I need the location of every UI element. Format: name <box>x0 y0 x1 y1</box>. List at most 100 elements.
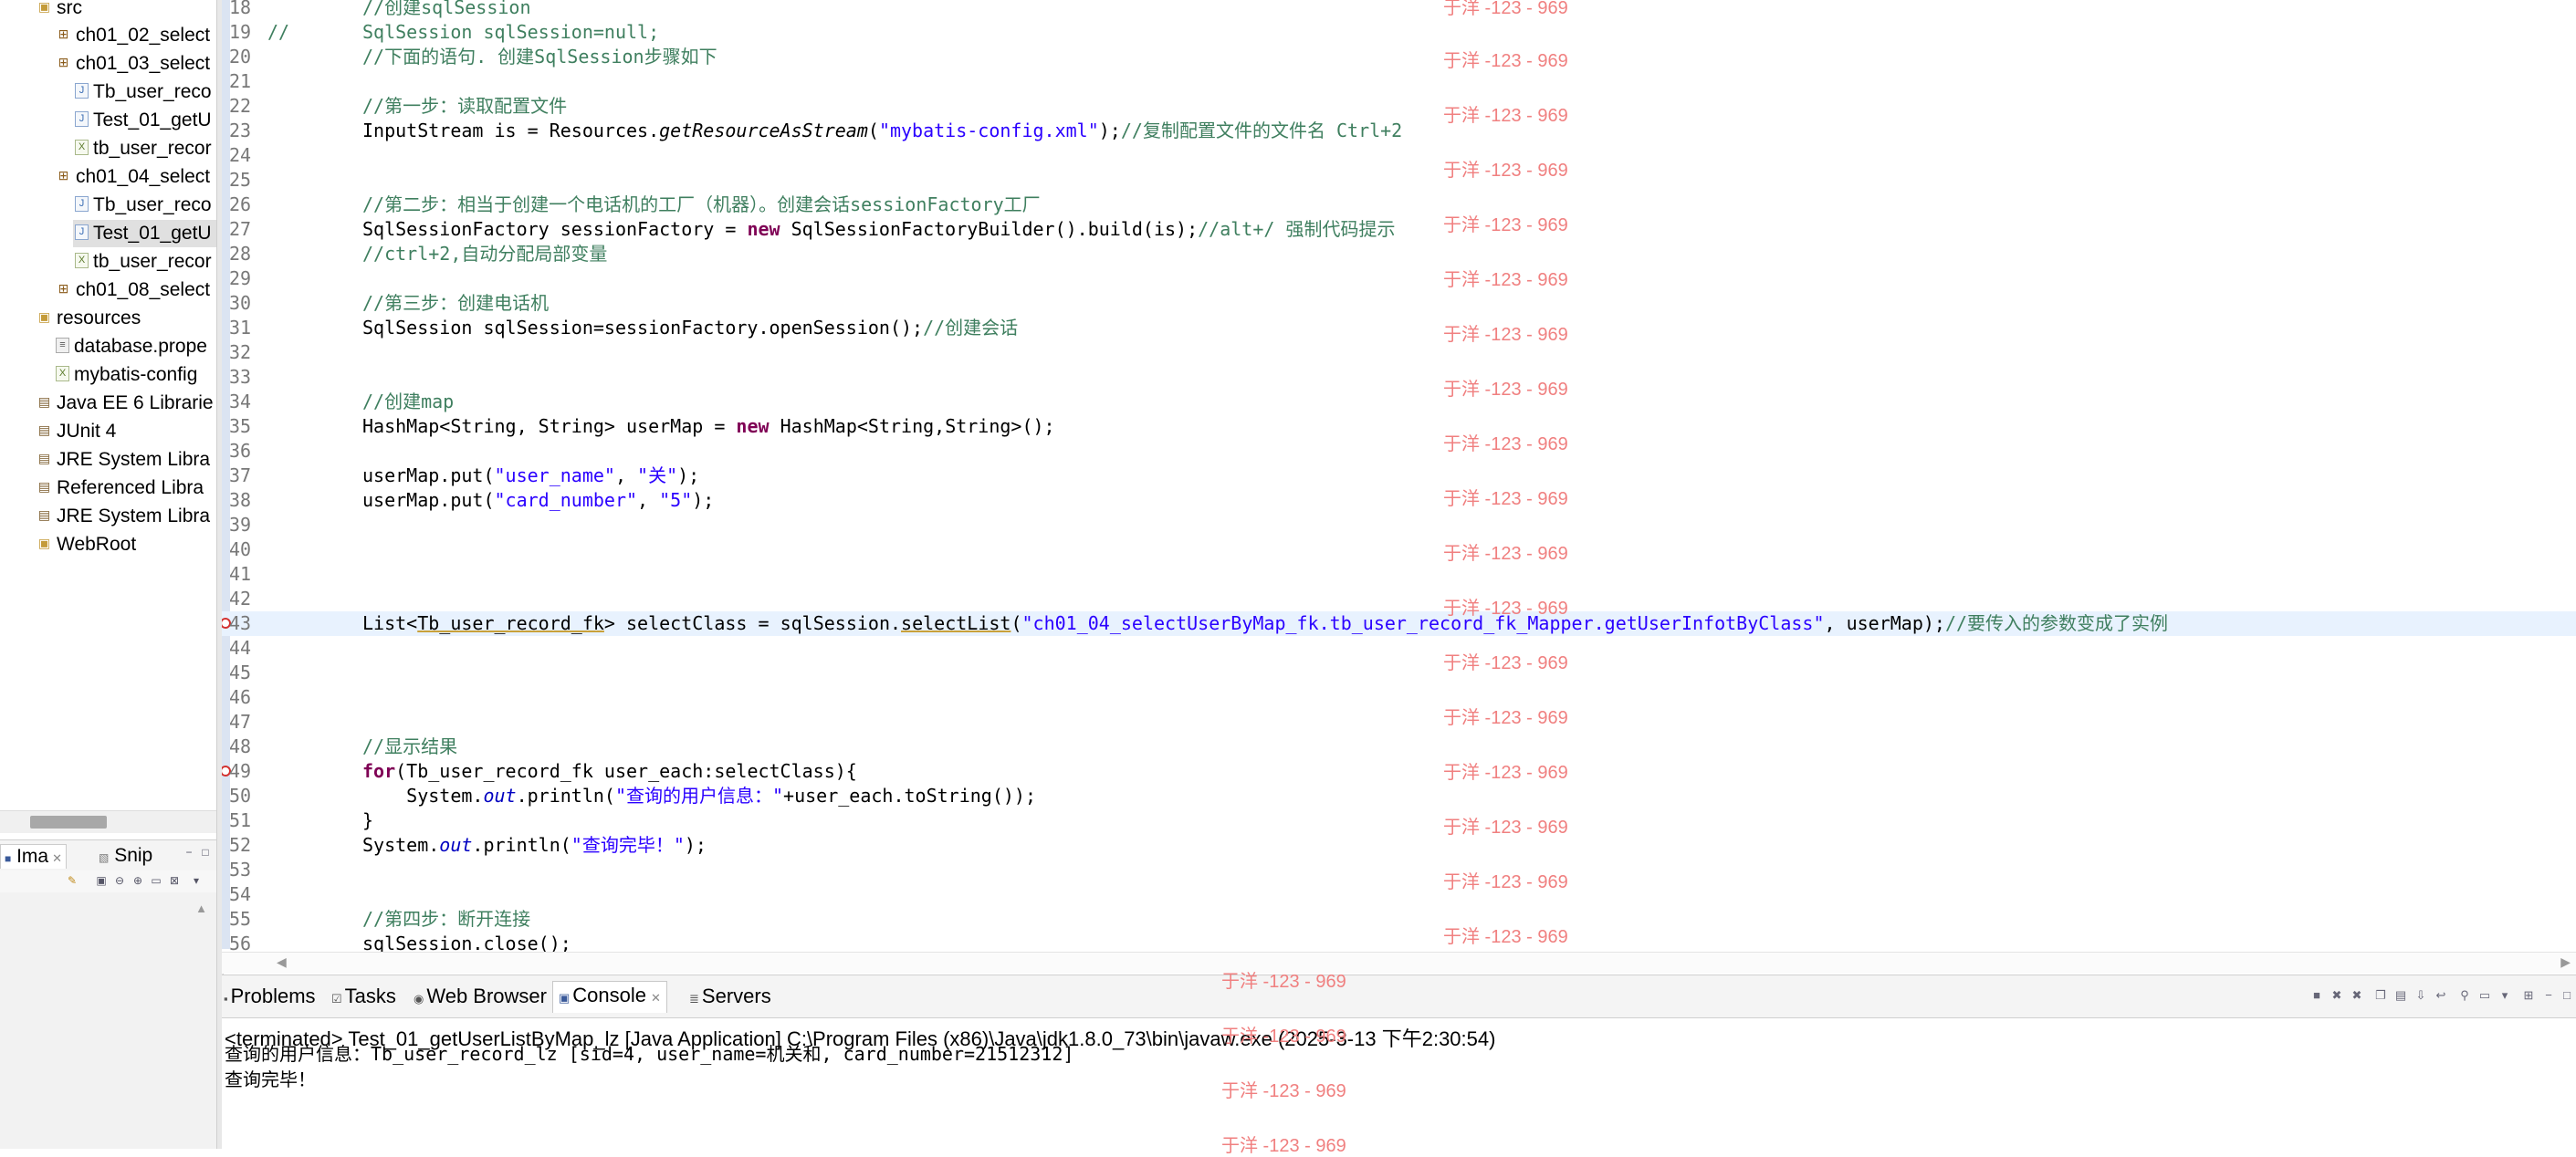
scroll-up-icon[interactable]: ▲ <box>195 902 207 915</box>
code-editor[interactable]: 18 //创建sqlSession 19 // SqlSession sqlSessi… <box>222 0 2576 954</box>
zoom-out-icon[interactable]: ⊖ <box>113 874 126 887</box>
code-line: 45 <box>222 661 2576 685</box>
remove-launch-icon[interactable]: ✖ <box>2330 988 2344 1003</box>
tree-item-library[interactable]: ▤ JUnit 4 <box>37 418 116 445</box>
tree-item-src[interactable]: ▣ src <box>37 0 82 22</box>
open-console-icon[interactable]: ⊞ <box>2521 988 2536 1003</box>
image-view-area: ▲ <box>0 892 216 1149</box>
tree-item-properties-file[interactable]: ≡ database.prope <box>56 333 207 360</box>
code-text: .println( <box>516 785 615 807</box>
close-icon[interactable]: ✕ <box>52 851 62 865</box>
tree-horizontal-scrollbar[interactable] <box>0 810 216 833</box>
code-text: , <box>637 489 660 511</box>
pin-icon[interactable]: ✎ <box>66 874 79 887</box>
code-type: Tb_user_record_fk <box>417 612 604 634</box>
fit-icon[interactable]: ▭ <box>150 874 162 887</box>
tab-servers[interactable]: ≣ Servers <box>689 983 771 1010</box>
dropdown-icon[interactable]: ▾ <box>2497 988 2512 1003</box>
line-number: 24 <box>229 144 252 166</box>
maximize-icon[interactable]: □ <box>2560 988 2574 1003</box>
tree-item-java-file[interactable]: J Test_01_getU <box>75 107 212 134</box>
tree-item-java-file-selected[interactable]: J Test_01_getU <box>73 220 216 247</box>
save-icon[interactable]: ▣ <box>95 874 108 887</box>
tab-console[interactable]: ▣ Console ✕ <box>552 981 667 1013</box>
tab-image[interactable]: ■ Ima ✕ <box>0 844 68 869</box>
actual-size-icon[interactable]: ⊠ <box>168 874 181 887</box>
editor-horizontal-scrollbar[interactable]: ◀ ▶ <box>222 952 2576 974</box>
line-number: 35 <box>229 415 252 437</box>
code-line: 32 <box>222 340 2576 365</box>
code-line: 56 sqlSession.close(); <box>222 932 2576 954</box>
line-number: 39 <box>229 514 252 536</box>
tree-item-label: Tb_user_reco <box>93 81 212 102</box>
code-text: HashMap<String, String> userMap = <box>362 415 737 437</box>
console-icon: ▣ <box>559 991 571 1005</box>
remove-all-icon[interactable]: ✖ <box>2350 988 2364 1003</box>
tree-item-library[interactable]: ▤ JRE System Libra <box>37 503 210 530</box>
servers-icon: ≣ <box>689 992 699 1006</box>
scrollbar-thumb[interactable] <box>30 816 107 829</box>
terminate-icon[interactable]: ■ <box>2309 988 2324 1003</box>
tab-tasks[interactable]: ☑ Tasks <box>331 983 396 1010</box>
code-line: 48 //显示结果 <box>222 735 2576 759</box>
tasks-icon: ☑ <box>331 992 342 1006</box>
zoom-in-icon[interactable]: ⊕ <box>131 874 144 887</box>
tree-item-library[interactable]: ▤ JRE System Libra <box>37 446 210 474</box>
tree-item-package[interactable]: ⊞ ch01_03_select <box>56 50 211 78</box>
java-file-icon: J <box>75 224 89 240</box>
tree-item-java-file[interactable]: J Tb_user_reco <box>75 192 212 219</box>
code-line: 19 // SqlSession sqlSession=null; <box>222 20 2576 45</box>
line-number: 32 <box>229 341 252 363</box>
tab-web-browser[interactable]: ◉ Web Browser <box>414 983 547 1010</box>
code-comment: //创建map <box>362 391 455 412</box>
clear-console-icon[interactable]: ▤ <box>2393 988 2408 1003</box>
line-number: 45 <box>229 662 252 683</box>
code-line: 38 userMap.put("card_number", "5"); <box>222 488 2576 513</box>
tab-snip[interactable]: ▧ Snip <box>95 844 156 868</box>
display-console-icon[interactable]: ▭ <box>2477 988 2492 1003</box>
copy-icon[interactable]: ❐ <box>2373 988 2388 1003</box>
console-panel: ▪ Problems ☑ Tasks ◉ Web Browser ▣ Console ✕ … <box>222 972 2576 1156</box>
tree-item-package[interactable]: ⊞ ch01_08_select <box>56 276 211 304</box>
tree-item-library[interactable]: ▤ Referenced Libra <box>37 474 204 502</box>
code-text: } <box>362 809 374 831</box>
close-icon[interactable]: ✕ <box>651 991 661 1005</box>
tree-item-java-file[interactable]: J Tb_user_reco <box>75 78 212 106</box>
scroll-right-icon[interactable]: ▶ <box>2560 954 2571 970</box>
word-wrap-icon[interactable]: ↩ <box>2434 988 2448 1003</box>
tree-item-resources[interactable]: ▣ resources <box>37 305 141 332</box>
line-number: 30 <box>229 292 252 314</box>
code-line: 27 SqlSessionFactory sessionFactory = new… <box>222 217 2576 242</box>
tree-item-xml-file[interactable]: Xtb_user_recor <box>75 135 212 162</box>
pin-console-icon[interactable]: ⚲ <box>2457 988 2472 1003</box>
tree-item-xml-file[interactable]: Xmybatis-config <box>56 361 197 389</box>
code-line: 55 //第四步：断开连接 <box>222 907 2576 932</box>
tree-item-label: ch01_02_select <box>76 25 211 46</box>
tree-item-package[interactable]: ⊞ ch01_02_select <box>56 22 211 49</box>
watermark: 于洋 -123 - 969 <box>1443 161 1568 181</box>
code-text: ( <box>867 120 879 141</box>
code-string: "user_name" <box>494 464 615 486</box>
minimize-icon[interactable]: − <box>183 846 195 859</box>
code-line: 53 <box>222 858 2576 882</box>
tree-item-label: Java EE 6 Librarie <box>57 392 214 413</box>
tree-item-package[interactable]: ⊞ ch01_04_select <box>56 163 211 191</box>
tree-item-library[interactable]: ▤ Java EE 6 Librarie <box>37 390 214 417</box>
minimize-icon[interactable]: − <box>2541 988 2556 1003</box>
console-output-line: 查询完毕！ <box>225 1065 316 1091</box>
tree-item-xml-file[interactable]: Xtb_user_recor <box>75 248 212 276</box>
package-icon: ⊞ <box>58 167 69 182</box>
globe-icon: ◉ <box>414 992 424 1006</box>
scroll-lock-icon[interactable]: ⇩ <box>2414 988 2428 1003</box>
code-text: System. <box>362 785 484 807</box>
scroll-left-icon[interactable]: ◀ <box>277 954 287 970</box>
view-menu-icon[interactable]: ▾ <box>190 874 203 887</box>
tab-problems[interactable]: ▪ Problems <box>224 983 316 1010</box>
problems-icon: ▪ <box>224 992 228 1006</box>
code-line: 54 <box>222 882 2576 907</box>
tree-item-label: tb_user_recor <box>93 251 212 272</box>
tree-item-webroot[interactable]: ▣ WebRoot <box>37 531 136 558</box>
code-comment: //alt+/ 强制代码提示 <box>1198 218 1396 240</box>
watermark: 于洋 -123 - 969 <box>1443 380 1568 400</box>
maximize-icon[interactable]: □ <box>199 846 212 859</box>
